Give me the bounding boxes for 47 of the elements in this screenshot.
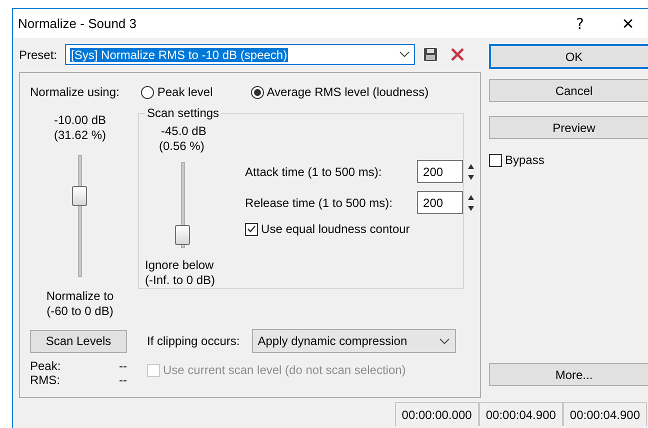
delete-icon[interactable] [450,47,466,62]
threshold-percent: (0.56 %) [159,139,204,154]
checkbox-label: Use current scan level (do not scan selection) [163,363,406,377]
check-icon [247,225,256,233]
slider-thumb[interactable] [175,225,190,246]
radio-option[interactable]: Peak level [141,85,213,99]
slider-thumb[interactable] [72,186,87,206]
caret-icon [399,51,410,58]
slider-range: (-Inf. to 0 dB) [145,273,216,288]
radio-option[interactable]: Average RMS level (loudness) [250,85,429,99]
save-icon[interactable] [423,47,438,62]
field-label: Release time (1 to 500 ms): [245,196,394,210]
close-button[interactable]: ✕ [608,10,648,38]
status-cell: 00:00:04.900 [478,402,563,426]
level-value: -- [119,359,127,373]
checkbox[interactable] [489,154,502,166]
spin-field[interactable]: 200 [417,160,464,183]
threshold-reading: -45.0 dB [161,124,206,139]
checkbox-label: Bypass [505,153,544,167]
spin-field[interactable]: 200 [417,191,464,214]
dialog-button[interactable]: Cancel [489,79,648,102]
group-title: Scan settings [145,106,222,120]
level-label: RMS: [30,373,60,387]
dialog-button[interactable]: OK [489,44,648,69]
level-percent: (31.62 %) [54,128,106,143]
more-button[interactable]: More... [489,363,648,386]
window-title: Normalize - Sound 3 [18,16,138,31]
slider-caption: Ignore below [145,258,214,273]
level-reading: -10.00 dB [54,113,106,128]
dialog-button[interactable]: Preview [489,116,648,139]
status-cell: 00:00:00.000 [394,402,479,426]
scan-levels-button[interactable]: Scan Levels [30,330,127,352]
slider-range: (-60 to 0 dB) [46,304,114,319]
preset-combo[interactable]: [Sys] Normalize RMS to -10 dB (speech) [65,44,416,65]
clipping-dropdown[interactable]: Apply dynamic compression [252,329,456,353]
caret-icon [438,338,450,344]
help-button[interactable]: ? [560,10,600,38]
field-label: Attack time (1 to 500 ms): [245,164,383,178]
checkbox-label: Use equal loudness contour [261,222,410,236]
status-cell: 00:00:04.900 [562,402,647,426]
checkbox[interactable] [245,222,258,236]
clipping-label: If clipping occurs: [147,334,240,348]
slider-caption: Normalize to [46,289,114,304]
preset-label: Preset: [19,48,58,62]
level-label: Peak: [30,359,61,373]
level-value: -- [119,373,127,387]
normalize-using-label: Normalize using: [30,85,120,99]
